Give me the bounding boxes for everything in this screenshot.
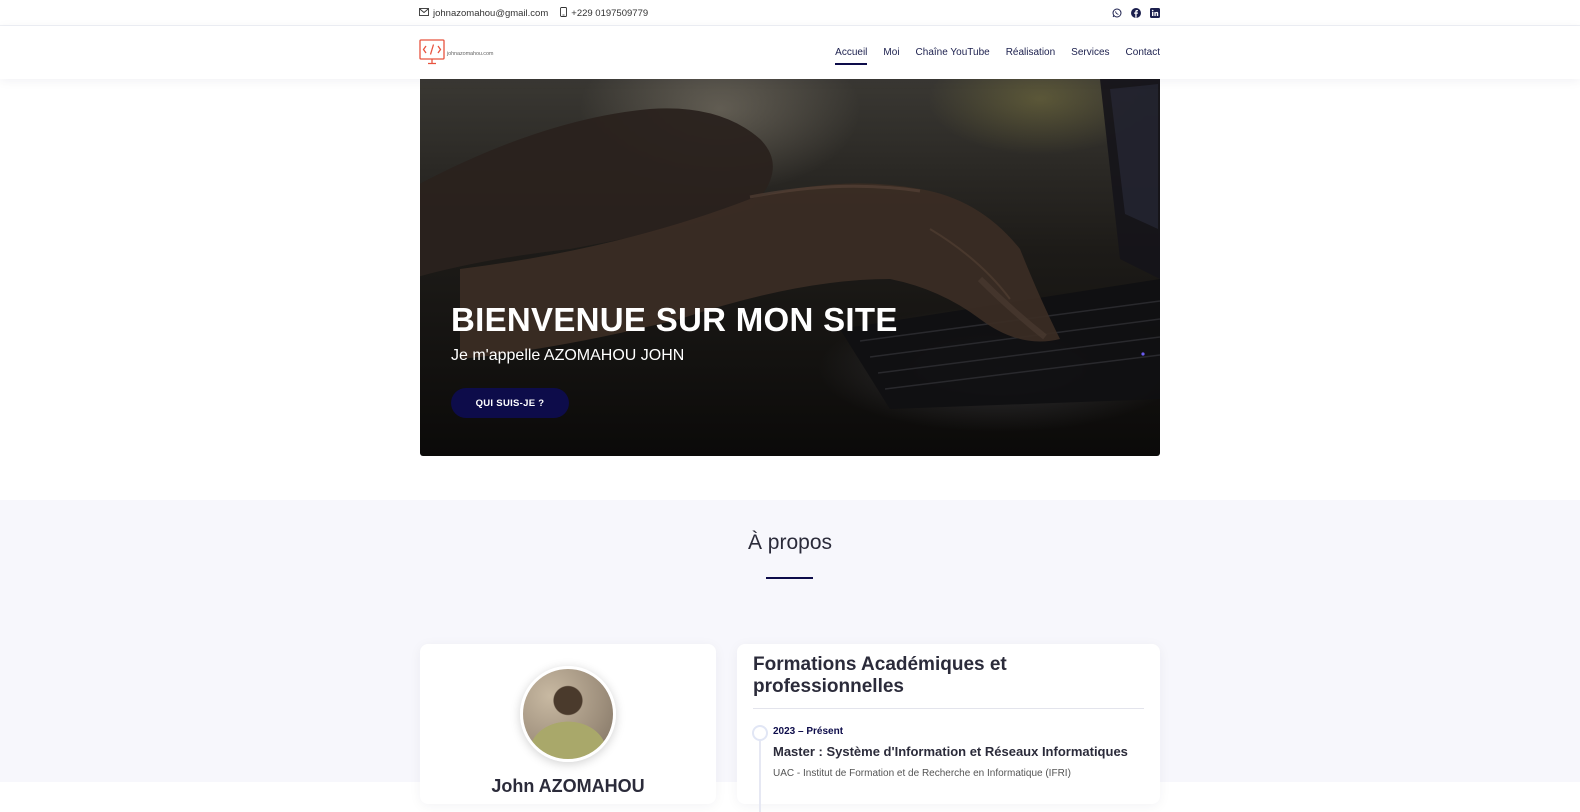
timeline-degree: Master : Système d'Information et Réseau… bbox=[773, 744, 1128, 759]
profile-name: John AZOMAHOU bbox=[491, 776, 645, 796]
nav-moi[interactable]: Moi bbox=[883, 41, 899, 64]
phone-icon bbox=[560, 6, 568, 20]
top-bar: johnazomahou@gmail.com +229 0197509779 bbox=[0, 0, 1580, 26]
nav-realisation[interactable]: Réalisation bbox=[1006, 41, 1055, 64]
email-item[interactable]: johnazomahou@gmail.com bbox=[419, 8, 548, 19]
nav-contact[interactable]: Contact bbox=[1126, 41, 1160, 64]
linkedin-icon[interactable] bbox=[1150, 8, 1160, 18]
divider bbox=[753, 708, 1144, 709]
hero-subtitle: Je m'appelle AZOMAHOU JOHN bbox=[451, 347, 685, 364]
site-logo[interactable]: johnazomahou.com bbox=[419, 38, 494, 67]
section-title-underline bbox=[766, 577, 813, 579]
site-header: johnazomahou.com Accueil Moi Chaîne YouT… bbox=[0, 26, 1580, 79]
phone-text[interactable]: +229 0197509779 bbox=[571, 8, 648, 19]
whatsapp-icon[interactable] bbox=[1112, 8, 1122, 18]
header-inner: johnazomahou.com Accueil Moi Chaîne YouT… bbox=[419, 26, 1160, 79]
logo-monitor-icon bbox=[419, 38, 445, 64]
top-bar-inner: johnazomahou@gmail.com +229 0197509779 bbox=[419, 0, 1160, 26]
contact-info: johnazomahou@gmail.com +229 0197509779 bbox=[419, 6, 648, 20]
nav-services[interactable]: Services bbox=[1071, 41, 1109, 64]
hero-title: BIENVENUE SUR MON SITE bbox=[451, 301, 898, 338]
mail-icon bbox=[419, 7, 429, 19]
timeline-school: UAC - Institut de Formation et de Recher… bbox=[773, 768, 1071, 779]
nav-chaine-youtube[interactable]: Chaîne YouTube bbox=[916, 41, 990, 64]
facebook-icon[interactable] bbox=[1131, 8, 1141, 18]
timeline-line bbox=[759, 732, 761, 812]
about-section: À propos John AZOMAHOU Formations Académ… bbox=[0, 500, 1580, 812]
hero-banner: BIENVENUE SUR MON SITE Je m'appelle AZOM… bbox=[420, 79, 1160, 456]
social-links bbox=[1112, 8, 1160, 18]
formations-card: Formations Académiques et professionnell… bbox=[737, 644, 1160, 812]
email-text[interactable]: johnazomahou@gmail.com bbox=[433, 8, 548, 19]
phone-item[interactable]: +229 0197509779 bbox=[560, 6, 648, 20]
nav-accueil[interactable]: Accueil bbox=[835, 41, 868, 65]
who-am-i-button[interactable]: QUI SUIS-JE ? bbox=[451, 388, 569, 418]
avatar bbox=[520, 666, 616, 762]
section-title: À propos bbox=[747, 531, 833, 554]
profile-card: John AZOMAHOU bbox=[420, 644, 716, 804]
main-nav: Accueil Moi Chaîne YouTube Réalisation S… bbox=[835, 41, 1160, 65]
timeline-date: 2023 – Présent bbox=[773, 726, 844, 737]
logo-text: johnazomahou.com bbox=[447, 50, 494, 57]
timeline-dot bbox=[752, 725, 768, 741]
formations-title: Formations Académiques et professionnell… bbox=[753, 654, 1007, 697]
